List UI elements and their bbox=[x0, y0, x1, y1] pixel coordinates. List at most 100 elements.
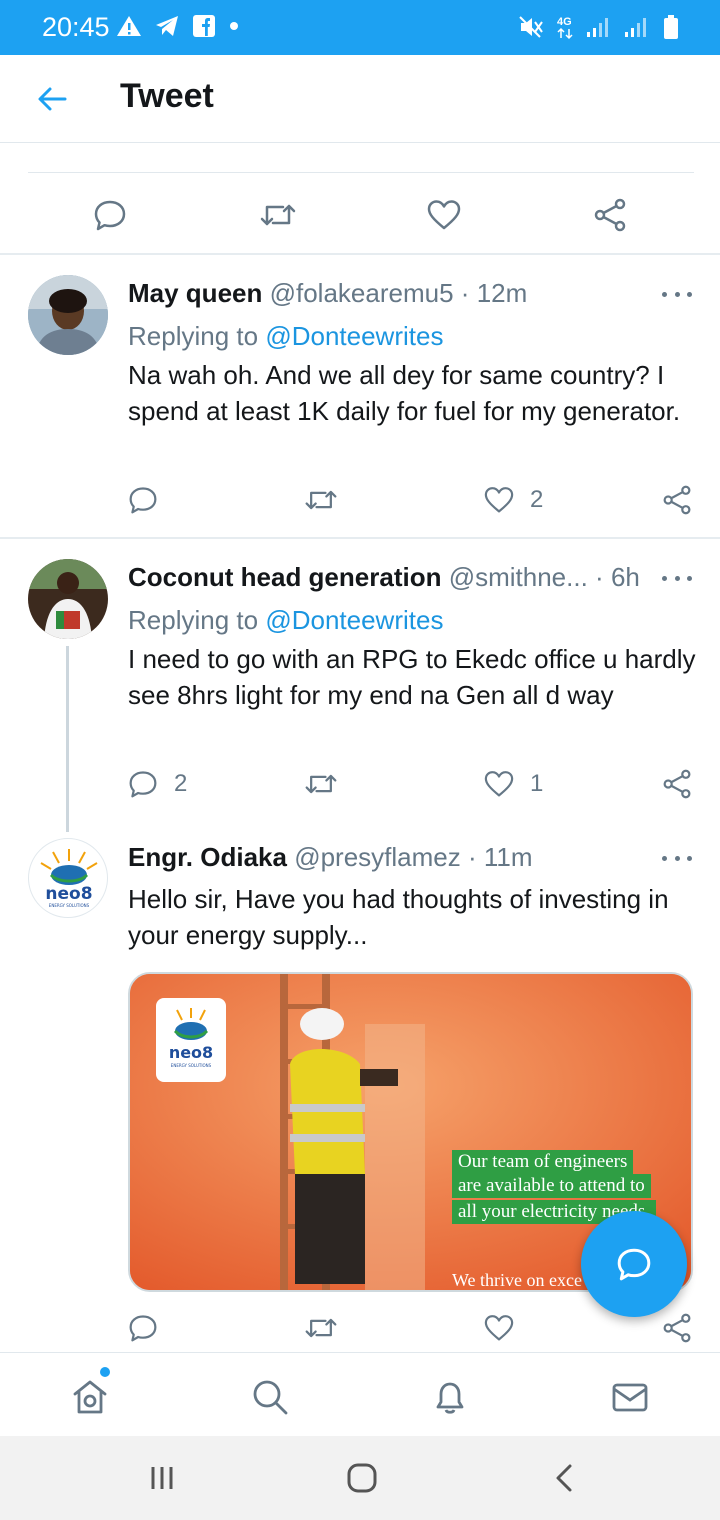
retweet-icon bbox=[305, 774, 337, 794]
main-like-button[interactable] bbox=[424, 195, 464, 235]
reply-button[interactable]: 2 bbox=[128, 764, 187, 804]
nav-messages[interactable] bbox=[608, 1375, 652, 1419]
signal-icon-2 bbox=[625, 18, 646, 37]
dot-icon bbox=[230, 22, 238, 30]
system-nav bbox=[0, 1436, 720, 1520]
back-button[interactable] bbox=[30, 77, 74, 121]
reply-button[interactable] bbox=[128, 480, 174, 520]
status-time: 20:45 bbox=[42, 12, 110, 42]
card-logo-text: neo8 bbox=[169, 1043, 213, 1062]
tweet-actions: 2 bbox=[128, 480, 698, 520]
more-options-button[interactable] bbox=[662, 568, 692, 588]
replying-to-prefix: Replying to bbox=[128, 605, 259, 635]
recent-apps-button[interactable] bbox=[142, 1458, 182, 1498]
reply-button[interactable] bbox=[128, 1308, 174, 1348]
tweet-text: I need to go with an RPG to Ekedc office… bbox=[128, 644, 696, 710]
back-system-button[interactable] bbox=[545, 1458, 585, 1498]
warning-icon bbox=[117, 16, 141, 36]
share-icon bbox=[663, 769, 691, 799]
mention-link[interactable]: @Donteewrites bbox=[265, 605, 443, 635]
retweet-button[interactable] bbox=[304, 764, 354, 804]
avatar-logo-sub: ENERGY SOLUTIONS bbox=[49, 903, 90, 908]
tweet-time: 11m bbox=[483, 842, 533, 872]
like-icon bbox=[484, 1315, 514, 1341]
like-icon bbox=[484, 771, 514, 797]
tweet-actions bbox=[128, 1308, 698, 1348]
avatar[interactable]: neo8 ENERGY SOLUTIONS bbox=[28, 838, 108, 918]
reply-count: 2 bbox=[174, 770, 188, 797]
like-button[interactable] bbox=[484, 1308, 530, 1348]
nav-notifications[interactable] bbox=[428, 1375, 472, 1419]
status-right-icons: 4G bbox=[518, 14, 680, 40]
main-tweet-actions bbox=[28, 172, 694, 254]
tweet-time: 12m bbox=[476, 278, 528, 308]
tweet-card[interactable]: May queen @folakearemu5 · 12m Replying t… bbox=[0, 254, 720, 538]
avatar[interactable] bbox=[28, 275, 108, 355]
display-name[interactable]: May queen bbox=[128, 278, 262, 308]
mention-link[interactable]: @Donteewrites bbox=[265, 321, 443, 351]
main-reply-button[interactable] bbox=[90, 195, 130, 235]
share-icon bbox=[663, 1313, 691, 1343]
recent-apps-icon bbox=[151, 1467, 173, 1489]
user-handle[interactable]: @folakearemu5 bbox=[270, 278, 454, 308]
nav-home[interactable] bbox=[68, 1375, 112, 1419]
tweet-header: May queen @folakearemu5 · 12m bbox=[128, 278, 527, 309]
4g-icon: 4G bbox=[557, 16, 573, 40]
tweet-text: Na wah oh. And we all dey for same count… bbox=[128, 360, 681, 426]
retweet-button[interactable] bbox=[304, 1308, 354, 1348]
like-icon bbox=[484, 487, 514, 513]
retweet-icon bbox=[305, 490, 337, 510]
battery-icon bbox=[664, 15, 678, 39]
reply-icon bbox=[129, 771, 157, 798]
retweet-icon bbox=[305, 1318, 337, 1338]
tweet-text: Hello sir, Have you had thoughts of inve… bbox=[128, 884, 669, 950]
notifications-icon bbox=[436, 1382, 464, 1414]
main-retweet-button[interactable] bbox=[258, 195, 298, 235]
display-name[interactable]: Engr. Odiaka bbox=[128, 842, 287, 872]
avatar-photo bbox=[28, 275, 108, 355]
card-logo: neo8 ENERGY SOLUTIONS bbox=[156, 998, 226, 1082]
facebook-icon bbox=[193, 15, 215, 37]
tweet-header: Engr. Odiaka @presyflamez · 11m bbox=[128, 842, 533, 873]
retweet-button[interactable] bbox=[304, 480, 354, 520]
avatar-logo-text: neo8 bbox=[45, 884, 92, 904]
status-left-icons bbox=[116, 14, 240, 38]
share-button[interactable] bbox=[662, 480, 692, 520]
compose-reply-icon bbox=[617, 1248, 651, 1281]
more-options-button[interactable] bbox=[662, 284, 692, 304]
neo8-logo-icon: neo8 ENERGY SOLUTIONS bbox=[40, 849, 98, 908]
compose-reply-button[interactable] bbox=[581, 1211, 687, 1317]
reply-icon bbox=[94, 200, 126, 231]
like-button[interactable]: 1 bbox=[484, 764, 543, 804]
separator: · bbox=[460, 278, 470, 308]
replying-to: Replying to @Donteewrites bbox=[128, 321, 443, 352]
status-bar: 20:45 4G bbox=[0, 0, 720, 55]
home-system-button[interactable] bbox=[342, 1458, 382, 1498]
header: Tweet bbox=[0, 55, 720, 143]
arrow-left-icon bbox=[38, 87, 67, 111]
share-button[interactable] bbox=[662, 1308, 692, 1348]
page-title: Tweet bbox=[120, 77, 214, 115]
share-button[interactable] bbox=[662, 764, 692, 804]
user-handle[interactable]: @smithne... bbox=[449, 562, 588, 592]
user-handle[interactable]: @presyflamez bbox=[294, 842, 461, 872]
like-icon bbox=[427, 200, 461, 230]
main-share-button[interactable] bbox=[590, 195, 630, 235]
tweet-time: 6h bbox=[610, 562, 640, 592]
avatar[interactable] bbox=[28, 559, 108, 639]
back-icon bbox=[556, 1464, 572, 1492]
like-button[interactable]: 2 bbox=[484, 480, 543, 520]
neo8-logo-icon: neo8 ENERGY SOLUTIONS bbox=[169, 1008, 213, 1068]
more-options-button[interactable] bbox=[662, 848, 692, 868]
mute-icon bbox=[519, 16, 543, 38]
display-name[interactable]: Coconut head generation bbox=[128, 562, 441, 592]
tweet-card[interactable]: Coconut head generation @smithne... · 6h… bbox=[0, 538, 720, 838]
avatar-photo bbox=[28, 559, 108, 639]
nav-search[interactable] bbox=[248, 1375, 292, 1419]
like-count: 2 bbox=[530, 486, 544, 513]
replying-to-prefix: Replying to bbox=[128, 321, 259, 351]
tweet-header: Coconut head generation @smithne... · 6h bbox=[128, 562, 640, 593]
share-icon bbox=[594, 198, 626, 232]
notification-dot bbox=[100, 1367, 110, 1377]
reply-icon bbox=[129, 1315, 157, 1342]
